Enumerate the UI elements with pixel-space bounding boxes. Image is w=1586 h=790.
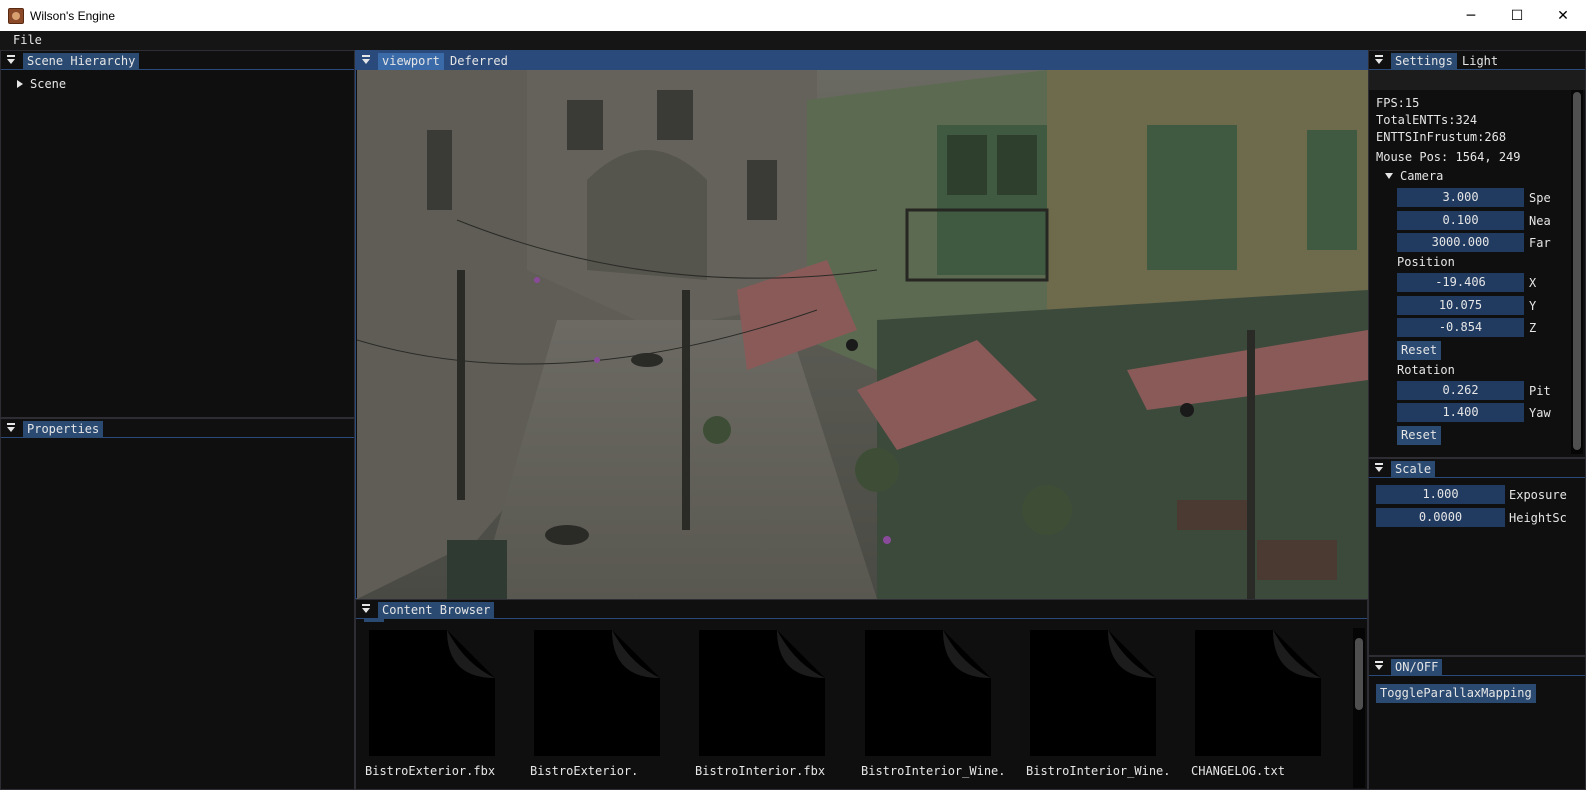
rotation-label: Rotation (1397, 363, 1455, 377)
tab-light[interactable]: Light (1458, 53, 1502, 70)
file-name: CHANGELOG.txt (1191, 764, 1285, 778)
camera-near-label: Nea (1529, 214, 1551, 228)
properties-header: Properties (1, 419, 354, 438)
tab-scene-hierarchy[interactable]: Scene Hierarchy (23, 53, 140, 70)
camera-near-field[interactable]: 0.100 (1397, 211, 1524, 230)
menu-file[interactable]: File (13, 33, 42, 47)
properties-panel: Properties (0, 418, 355, 790)
tab-viewport[interactable]: viewport (378, 53, 444, 70)
file-icon (1195, 630, 1321, 756)
scene-render-svg (357, 70, 1368, 599)
chevron-right-icon (17, 80, 23, 88)
tab-content-browser[interactable]: Content Browser (378, 602, 495, 619)
file-name: BistroInterior.fbx (695, 764, 826, 778)
scene-hierarchy-header: Scene Hierarchy (1, 51, 354, 70)
window-title: Wilson's Engine (30, 9, 115, 23)
file-item[interactable]: BistroInterior.fbx (695, 630, 845, 778)
window-title-bar: Wilson's Engine ─ ☐ ✕ (0, 0, 1586, 31)
tab-scale[interactable]: Scale (1391, 461, 1436, 478)
viewport-header: viewport Deferred (356, 51, 1367, 70)
position-label: Position (1397, 255, 1455, 269)
file-name: BistroExterior. (530, 764, 639, 778)
app-icon (8, 8, 24, 24)
onoff-header: ON/OFF (1369, 657, 1585, 676)
fps-readout: FPS:15 (1376, 96, 1420, 110)
camera-speed-field[interactable]: 3.000 (1397, 188, 1524, 207)
tree-node-label: Scene (30, 77, 67, 91)
tab-deferred[interactable]: Deferred (446, 53, 512, 70)
tree-node-scene[interactable]: Scene (17, 77, 66, 91)
position-x-label: X (1529, 276, 1537, 290)
maximize-button[interactable]: ☐ (1494, 0, 1540, 31)
toggle-parallax-mapping-button[interactable]: ToggleParallaxMapping (1376, 684, 1536, 703)
exposure-label: Exposure (1509, 488, 1567, 502)
rotation-pitch-label: Pit (1529, 384, 1551, 398)
file-icon (865, 630, 991, 756)
file-item[interactable]: BistroInterior_Wine. (1026, 630, 1176, 778)
reset-rotation-button[interactable]: Reset (1397, 426, 1442, 445)
collapse-icon[interactable] (360, 54, 372, 66)
menu-bar: File (0, 31, 1586, 50)
collapse-icon[interactable] (1373, 660, 1385, 672)
position-z-field[interactable]: -0.854 (1397, 318, 1524, 337)
height-scale-field[interactable]: 0.0000 (1376, 508, 1505, 527)
scale-panel: Scale 1.000 Exposure 0.0000 HeightSc (1368, 458, 1586, 656)
reset-position-button[interactable]: Reset (1397, 341, 1442, 360)
scene-render-image[interactable] (357, 70, 1368, 599)
camera-far-field[interactable]: 3000.000 (1397, 233, 1524, 252)
settings-toolbar-strip (1369, 70, 1585, 90)
file-icon (534, 630, 660, 756)
collapse-icon[interactable] (1373, 54, 1385, 66)
file-item[interactable]: CHANGELOG.txt (1191, 630, 1341, 778)
tab-underline (364, 619, 384, 622)
scrollbar-thumb[interactable] (1355, 638, 1363, 710)
scene-hierarchy-panel: Scene Hierarchy Scene (0, 50, 355, 418)
total-entts-readout: TotalENTTs:324 (1376, 113, 1478, 127)
height-scale-label: HeightSc (1509, 511, 1567, 525)
settings-header: Settings Light (1369, 51, 1585, 70)
file-name: BistroInterior_Wine. (1026, 764, 1171, 778)
settings-panel: Settings Light FPS:15 TotalENTTs:324 ENT… (1368, 50, 1586, 458)
file-name: BistroInterior_Wine. (861, 764, 1006, 778)
tab-settings[interactable]: Settings (1391, 53, 1457, 70)
position-y-label: Y (1529, 299, 1537, 313)
viewport-panel: viewport Deferred (355, 50, 1368, 599)
file-item[interactable]: BistroExterior. (530, 630, 680, 778)
file-icon (699, 630, 825, 756)
position-x-field[interactable]: -19.406 (1397, 273, 1524, 292)
camera-far-label: Far (1529, 236, 1551, 250)
camera-speed-label: Spe (1529, 191, 1551, 205)
collapse-icon[interactable] (5, 54, 17, 66)
tab-properties[interactable]: Properties (23, 421, 104, 438)
collapse-icon[interactable] (1373, 462, 1385, 474)
camera-label: Camera (1400, 169, 1444, 183)
tab-onoff[interactable]: ON/OFF (1391, 659, 1443, 676)
onoff-panel: ON/OFF ToggleParallaxMapping (1368, 656, 1586, 790)
file-item[interactable]: BistroExterior.fbx (365, 630, 515, 778)
camera-tree-node[interactable]: Camera (1376, 169, 1443, 183)
file-name: BistroExterior.fbx (365, 764, 496, 778)
rotation-yaw-field[interactable]: 1.400 (1397, 403, 1524, 422)
close-button[interactable]: ✕ (1540, 0, 1586, 31)
collapse-icon[interactable] (360, 603, 372, 615)
rotation-pitch-field[interactable]: 0.262 (1397, 381, 1524, 400)
content-browser-panel: Content Browser BistroExterior.fbx Bistr… (355, 599, 1368, 790)
scale-header: Scale (1369, 459, 1585, 478)
position-z-label: Z (1529, 321, 1537, 335)
content-scrollbar[interactable] (1353, 628, 1365, 788)
settings-scrollbar[interactable] (1571, 90, 1583, 454)
entts-in-frustum-readout: ENTTSInFrustum:268 (1376, 130, 1507, 144)
exposure-field[interactable]: 1.000 (1376, 485, 1505, 504)
file-icon (369, 630, 495, 756)
chevron-down-icon (1385, 173, 1393, 179)
file-icon (1030, 630, 1156, 756)
position-y-field[interactable]: 10.075 (1397, 296, 1524, 315)
file-item[interactable]: BistroInterior_Wine. (861, 630, 1011, 778)
mouse-pos-readout: Mouse Pos: 1564, 249 (1376, 150, 1521, 164)
collapse-icon[interactable] (5, 422, 17, 434)
minimize-button[interactable]: ─ (1448, 0, 1494, 31)
content-browser-header: Content Browser (356, 600, 1367, 619)
rotation-yaw-label: Yaw (1529, 406, 1551, 420)
scrollbar-thumb[interactable] (1573, 92, 1581, 450)
